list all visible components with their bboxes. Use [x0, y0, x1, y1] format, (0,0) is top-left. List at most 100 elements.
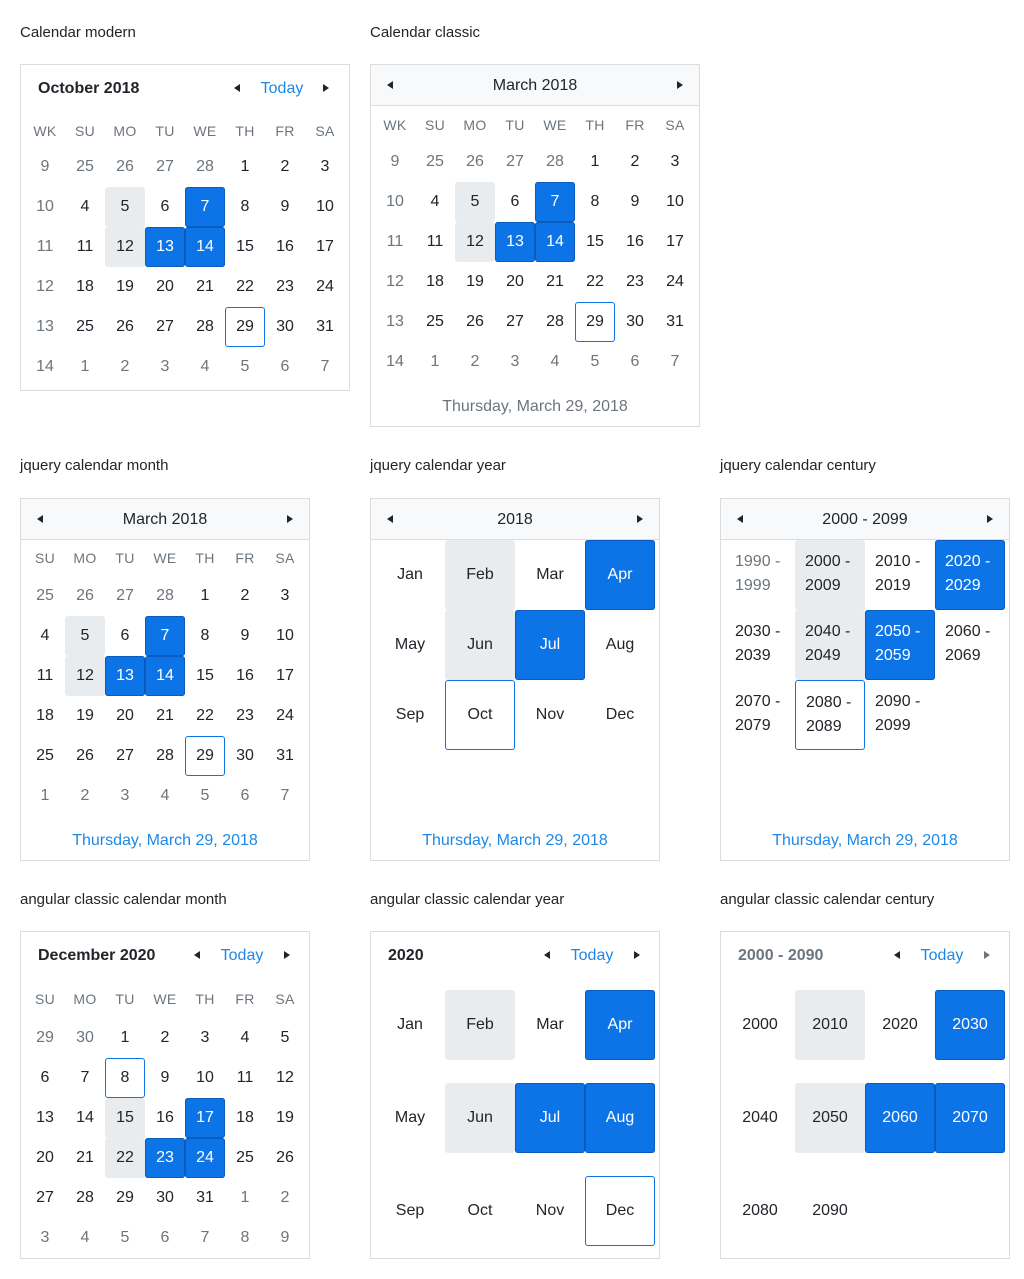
decade-cell[interactable]: 2040 - 2049	[795, 610, 865, 680]
day-cell[interactable]: 2	[225, 576, 265, 616]
day-cell[interactable]: 9	[265, 1218, 305, 1258]
footer-date-link[interactable]: Thursday, March 29, 2018	[21, 832, 309, 850]
day-cell[interactable]: 15	[185, 656, 225, 696]
decade-cell[interactable]: 2050	[795, 1083, 865, 1153]
footer-date-link[interactable]: Thursday, March 29, 2018	[721, 832, 1009, 850]
day-cell[interactable]: 6	[25, 1058, 65, 1098]
day-cell[interactable]: 4	[415, 182, 455, 222]
day-cell[interactable]: 31	[185, 1178, 225, 1218]
day-cell[interactable]: 9	[225, 616, 265, 656]
day-cell[interactable]: 27	[25, 1178, 65, 1218]
decade-cell[interactable]: 2090	[795, 1176, 865, 1246]
day-cell[interactable]: 2	[65, 776, 105, 816]
century-label[interactable]: 2000 - 2099	[822, 511, 907, 529]
day-cell[interactable]: 7	[535, 182, 575, 222]
month-cell[interactable]: Aug	[585, 1083, 655, 1153]
day-cell[interactable]: 23	[265, 267, 305, 307]
year-label[interactable]: 2018	[497, 511, 533, 529]
day-cell[interactable]: 15	[105, 1098, 145, 1138]
decade-cell[interactable]: 2030 - 2039	[725, 610, 795, 680]
day-cell[interactable]: 11	[25, 656, 65, 696]
day-cell[interactable]: 28	[145, 576, 185, 616]
caret-left-icon[interactable]	[234, 84, 240, 92]
day-cell[interactable]: 4	[25, 616, 65, 656]
day-cell[interactable]: 7	[305, 347, 345, 387]
caret-left-icon[interactable]	[544, 951, 550, 959]
day-cell[interactable]: 3	[145, 347, 185, 387]
day-cell[interactable]: 20	[105, 696, 145, 736]
month-cell[interactable]: Nov	[515, 680, 585, 750]
caret-right-icon[interactable]	[984, 951, 990, 959]
day-cell[interactable]: 2	[105, 347, 145, 387]
day-cell[interactable]: 6	[495, 182, 535, 222]
day-cell[interactable]: 12	[105, 227, 145, 267]
day-cell[interactable]: 5	[455, 182, 495, 222]
month-cell[interactable]: Oct	[445, 680, 515, 750]
day-cell[interactable]: 13	[25, 1098, 65, 1138]
day-cell[interactable]: 25	[25, 736, 65, 776]
day-cell[interactable]: 7	[185, 187, 225, 227]
day-cell[interactable]: 24	[265, 696, 305, 736]
day-cell[interactable]: 1	[575, 142, 615, 182]
day-cell[interactable]: 12	[65, 656, 105, 696]
day-cell[interactable]: 30	[265, 307, 305, 347]
day-cell[interactable]: 3	[495, 342, 535, 382]
day-cell[interactable]: 23	[225, 696, 265, 736]
decade-cell[interactable]: 2040	[725, 1083, 795, 1153]
caret-right-icon[interactable]	[637, 515, 643, 523]
day-cell[interactable]: 28	[535, 302, 575, 342]
month-cell[interactable]: Sep	[375, 680, 445, 750]
decade-cell[interactable]: 2080	[725, 1176, 795, 1246]
day-cell[interactable]: 1	[415, 342, 455, 382]
day-cell[interactable]: 3	[305, 147, 345, 187]
day-cell[interactable]: 3	[25, 1218, 65, 1258]
day-cell[interactable]: 9	[615, 182, 655, 222]
day-cell[interactable]: 16	[145, 1098, 185, 1138]
month-cell[interactable]: May	[375, 610, 445, 680]
day-cell[interactable]: 8	[105, 1058, 145, 1098]
day-cell[interactable]: 6	[105, 616, 145, 656]
day-cell[interactable]: 14	[145, 656, 185, 696]
day-cell[interactable]: 8	[225, 187, 265, 227]
day-cell[interactable]: 17	[185, 1098, 225, 1138]
day-cell[interactable]: 28	[65, 1178, 105, 1218]
day-cell[interactable]: 23	[145, 1138, 185, 1178]
day-cell[interactable]: 28	[185, 307, 225, 347]
day-cell[interactable]: 25	[65, 307, 105, 347]
caret-left-icon[interactable]	[737, 515, 743, 523]
day-cell[interactable]: 1	[225, 147, 265, 187]
day-cell[interactable]: 4	[65, 1218, 105, 1258]
month-cell[interactable]: Jan	[375, 990, 445, 1060]
day-cell[interactable]: 25	[25, 576, 65, 616]
day-cell[interactable]: 15	[225, 227, 265, 267]
day-cell[interactable]: 5	[185, 776, 225, 816]
day-cell[interactable]: 4	[225, 1018, 265, 1058]
day-cell[interactable]: 31	[305, 307, 345, 347]
day-cell[interactable]: 20	[495, 262, 535, 302]
day-cell[interactable]: 2	[145, 1018, 185, 1058]
day-cell[interactable]: 13	[145, 227, 185, 267]
day-cell[interactable]: 22	[105, 1138, 145, 1178]
caret-right-icon[interactable]	[284, 951, 290, 959]
day-cell[interactable]: 6	[145, 1218, 185, 1258]
day-cell[interactable]: 16	[615, 222, 655, 262]
day-cell[interactable]: 8	[225, 1218, 265, 1258]
day-cell[interactable]: 11	[65, 227, 105, 267]
day-cell[interactable]: 28	[145, 736, 185, 776]
day-cell[interactable]: 7	[265, 776, 305, 816]
caret-left-icon[interactable]	[894, 951, 900, 959]
day-cell[interactable]: 19	[265, 1098, 305, 1138]
decade-cell[interactable]: 1990 - 1999	[725, 540, 795, 610]
day-cell[interactable]: 3	[105, 776, 145, 816]
day-cell[interactable]: 2	[615, 142, 655, 182]
decade-cell[interactable]: 2060	[865, 1083, 935, 1153]
day-cell[interactable]: 7	[185, 1218, 225, 1258]
day-cell[interactable]: 3	[185, 1018, 225, 1058]
decade-cell[interactable]: 2030	[935, 990, 1005, 1060]
day-cell[interactable]: 6	[145, 187, 185, 227]
today-button[interactable]: Today	[221, 947, 264, 965]
day-cell[interactable]: 27	[105, 736, 145, 776]
day-cell[interactable]: 1	[185, 576, 225, 616]
day-cell[interactable]: 5	[225, 347, 265, 387]
day-cell[interactable]: 19	[65, 696, 105, 736]
